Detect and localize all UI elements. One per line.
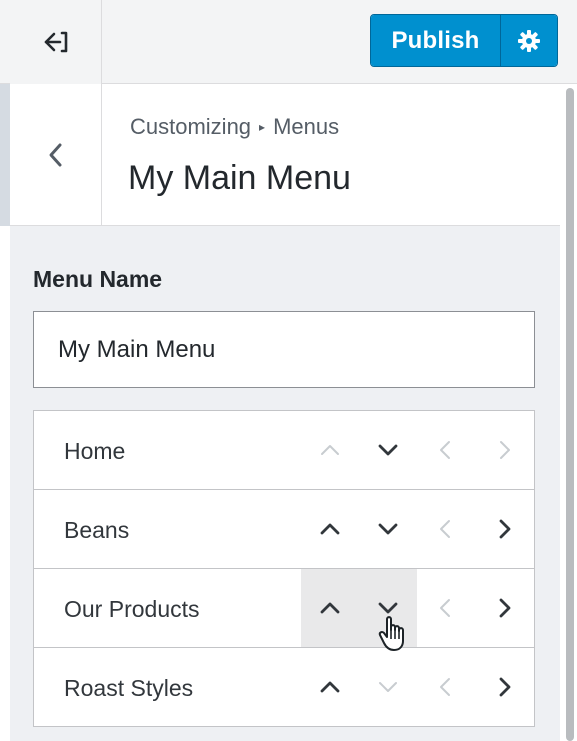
gear-icon <box>518 29 540 52</box>
move-right-button[interactable] <box>475 569 533 647</box>
chevron-up-icon <box>320 602 340 614</box>
move-left-button[interactable] <box>417 411 475 489</box>
reorder-controls <box>301 490 533 568</box>
menu-item-label: Roast Styles <box>64 675 194 701</box>
breadcrumb-parent: Customizing <box>130 114 252 139</box>
close-customizer-button[interactable] <box>10 0 102 84</box>
customizer-app: Publish Customizing ▸ Menus My Main Menu… <box>0 0 577 741</box>
menu-name-input[interactable] <box>33 311 535 388</box>
move-down-button[interactable] <box>359 490 417 568</box>
chevron-right-icon <box>499 519 511 539</box>
menu-item[interactable]: Home <box>33 410 535 490</box>
section-header: Customizing ▸ Menus My Main Menu <box>10 84 560 226</box>
move-up-button[interactable] <box>301 569 359 647</box>
breadcrumb-separator: ▸ <box>259 120 266 134</box>
publish-settings-button[interactable] <box>501 15 557 66</box>
breadcrumb: Customizing ▸ Menus <box>130 114 339 140</box>
move-up-button[interactable] <box>301 411 359 489</box>
chevron-left-icon <box>440 599 450 617</box>
reorder-controls <box>301 411 533 489</box>
chevron-right-icon <box>499 677 511 697</box>
move-right-button[interactable] <box>475 490 533 568</box>
move-down-button[interactable] <box>359 411 417 489</box>
move-right-button[interactable] <box>475 411 533 489</box>
publish-button[interactable]: Publish <box>371 15 501 66</box>
chevron-right-icon <box>499 598 511 618</box>
move-left-button[interactable] <box>417 490 475 568</box>
customizer-header: Publish <box>0 0 577 84</box>
chevron-down-icon <box>378 523 398 535</box>
chevron-left-icon <box>440 678 450 696</box>
left-edge-accent <box>0 84 10 226</box>
chevron-left-icon <box>440 520 450 538</box>
chevron-up-icon <box>320 681 340 693</box>
move-up-button[interactable] <box>301 490 359 568</box>
chevron-left-icon <box>49 143 61 167</box>
move-left-button[interactable] <box>417 569 475 647</box>
publish-button-group: Publish <box>370 14 558 67</box>
menu-item-label: Our Products <box>64 596 200 622</box>
chevron-left-icon <box>440 441 450 459</box>
menu-item[interactable]: Our Products <box>33 568 535 648</box>
menu-items-list: Home Beans Our Products Roast Styles <box>33 410 535 727</box>
menu-item[interactable]: Roast Styles <box>33 647 535 727</box>
menu-item-label: Home <box>64 438 126 464</box>
close-arrow-icon <box>44 31 67 53</box>
menu-item[interactable]: Beans <box>33 489 535 569</box>
chevron-down-icon <box>378 444 398 456</box>
chevron-up-icon <box>320 523 340 535</box>
reorder-controls <box>301 569 533 647</box>
menu-name-label: Menu Name <box>33 266 163 292</box>
move-left-button[interactable] <box>417 648 475 726</box>
scrollbar-thumb[interactable] <box>566 88 574 741</box>
back-button[interactable] <box>10 84 102 226</box>
reorder-controls <box>301 648 533 726</box>
section-title: My Main Menu <box>128 159 351 197</box>
breadcrumb-current: Menus <box>273 114 340 139</box>
hand-cursor-icon <box>378 616 404 651</box>
move-right-button[interactable] <box>475 648 533 726</box>
chevron-up-icon <box>321 445 339 455</box>
chevron-right-icon <box>500 441 510 459</box>
move-down-button[interactable] <box>359 648 417 726</box>
menu-item-label: Beans <box>64 517 130 543</box>
chevron-down-icon <box>379 682 397 692</box>
move-up-button[interactable] <box>301 648 359 726</box>
